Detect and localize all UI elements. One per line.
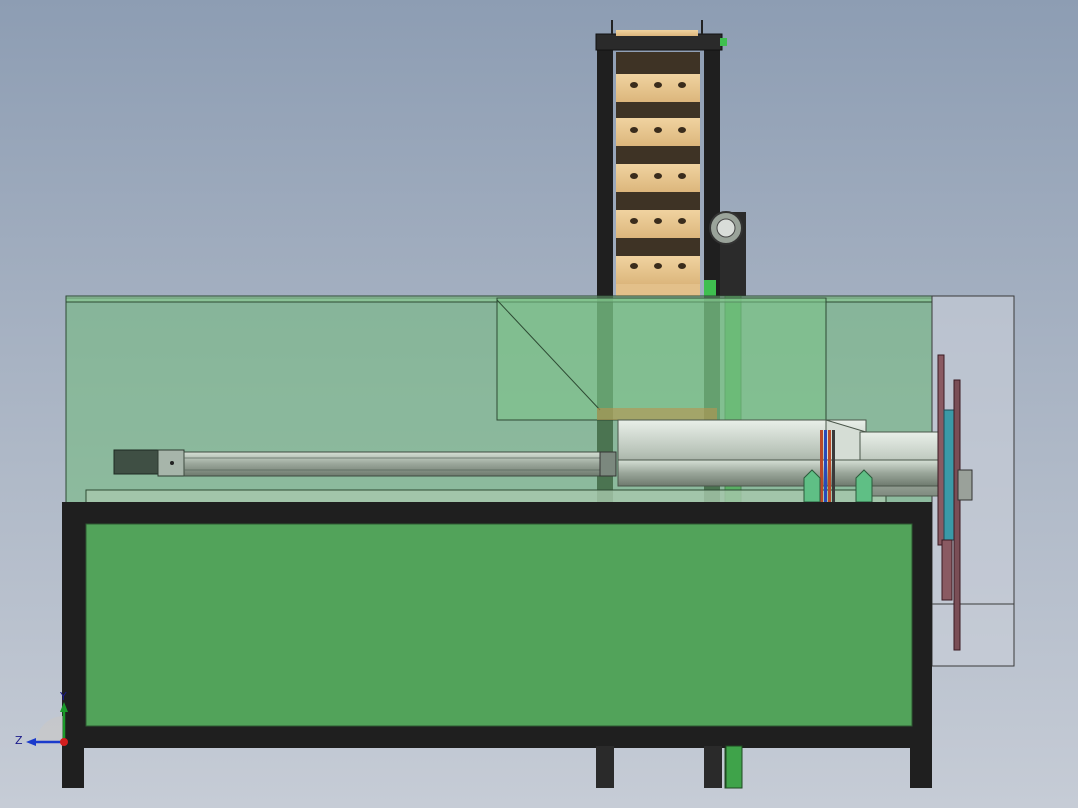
z-axis-label: Z [15,734,23,747]
frame-leg-green [725,745,743,789]
green-panel [85,523,913,727]
wood-divider [616,238,700,256]
x-axis-dot [60,738,68,746]
disc-rim [953,379,961,651]
orientation-triad[interactable]: Y Z [15,690,68,747]
triad-plane [36,715,64,742]
wood-divider [616,52,700,74]
hopper-wood-base [597,408,717,420]
frame-leg-mid-left [596,746,614,788]
main-shaft [617,459,945,487]
wood-divider [616,192,700,210]
frame-leg-right [910,746,932,788]
wood-block [616,256,700,284]
machine-drawing: Y Z [15,20,1015,789]
disc-hub [957,469,973,501]
actuator-end [599,451,617,477]
wood-block-partial [616,284,700,296]
actuator-rail [183,451,601,477]
green-cap-knob [720,38,727,46]
wood-divider [616,102,700,118]
wood-divider [616,146,700,164]
y-axis-label: Y [59,690,67,703]
green-clip [704,280,716,296]
actuator-motor [113,449,159,475]
linear-actuator [113,449,617,477]
table-plate [85,489,887,505]
machine-frame [62,502,932,789]
feeder-top-cap [595,33,723,51]
wood-stack [616,52,700,296]
disc-mount-plate [937,354,945,546]
roller-hub [716,218,736,238]
feeder-top-wood [616,30,698,36]
inner-hopper [496,297,827,421]
frame-leg-left [62,746,84,788]
cad-viewport[interactable]: Y Z [0,0,1078,808]
frame-leg-mid-right [704,746,722,788]
